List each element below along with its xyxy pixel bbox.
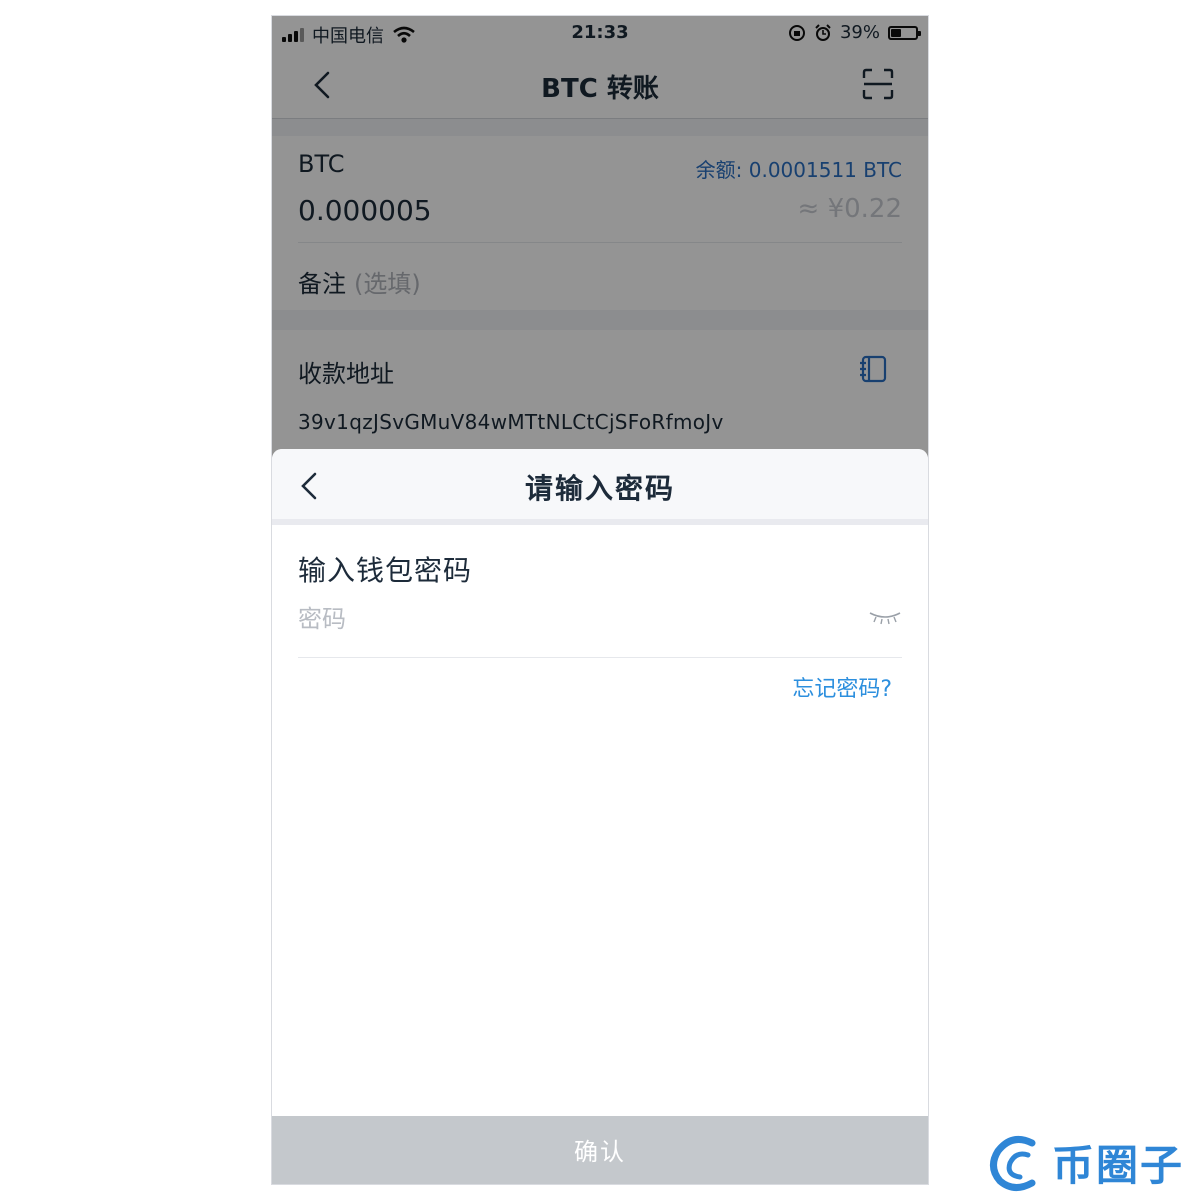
watermark: 币圈子 (988, 1132, 1184, 1193)
sheet-separator (272, 519, 928, 525)
password-heading: 输入钱包密码 (298, 554, 473, 587)
phone-screen: 中国电信 21:33 39% BTC 转账 BTC 余额: 0.0001511 … (271, 15, 929, 1185)
eye-closed-icon[interactable] (868, 609, 902, 627)
password-input[interactable] (298, 599, 858, 639)
password-divider (298, 657, 902, 658)
watermark-text: 币圈子 (1052, 1141, 1185, 1190)
sheet-header: 请输入密码 (272, 449, 928, 519)
confirm-button[interactable]: 确认 (272, 1116, 928, 1184)
logo-icon (990, 1135, 1036, 1191)
password-sheet: 请输入密码 输入钱包密码 忘记密码? 确认 (272, 449, 928, 1184)
forgot-password-link[interactable]: 忘记密码? (792, 671, 892, 703)
sheet-title: 请输入密码 (524, 472, 675, 505)
